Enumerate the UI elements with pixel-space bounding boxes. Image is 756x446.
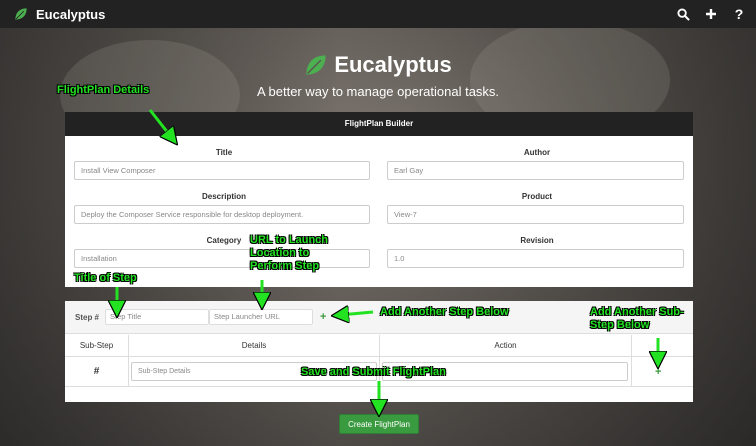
col-action-header: Action [380,335,632,357]
substep-add-cell: + [632,357,693,387]
substep-number-cell: # [65,357,129,387]
brand-name: Eucalyptus [36,6,106,22]
create-flightplan-button[interactable]: Create FlightPlan [339,414,419,434]
panel-header: FlightPlan Builder [65,112,693,136]
description-label: Description [201,192,246,201]
annotation-add-another-step: Add Another Step Below [380,306,509,318]
leaf-icon [306,55,326,75]
revision-label: Revision [520,236,554,245]
nav-actions: ? [676,0,746,28]
flightplan-builder-panel: FlightPlan Builder Title Install View Co… [65,112,693,287]
title-field[interactable]: Install View Composer [74,161,370,180]
step-launcher-url-input[interactable]: Step Launcher URL [209,309,313,325]
annotation-flightplan-details: FlightPlan Details [57,84,150,96]
search-icon[interactable] [676,7,690,21]
leaf-icon [15,8,27,20]
add-substep-button[interactable]: + [655,366,661,378]
description-field[interactable]: Deploy the Composer Service responsible … [74,205,370,224]
step-number-label: Step # [75,313,100,322]
col-details-header: Details [129,335,380,357]
annotation-title-of-step: Title of Step [74,272,137,284]
author-field[interactable]: Earl Gay [387,161,684,180]
revision-field[interactable]: 1.0 [387,249,684,268]
col-substep-header: Sub-Step [65,335,129,357]
annotation-url-to-launch: URL to Launch Location to Perform Step [250,234,329,272]
hero-title-text: Eucalyptus [334,52,452,77]
product-label: Product [521,192,553,201]
product-field[interactable]: View-7 [387,205,684,224]
top-navbar: Eucalyptus ? [0,0,756,28]
annotation-add-another-substep: Add Another Sub-Step Below [590,306,684,331]
annotation-save-and-submit: Save and Submit FlightPlan [301,366,446,378]
substep-number: # [93,366,100,377]
add-step-button[interactable]: + [320,311,326,323]
hero-title: Eucalyptus [0,52,756,78]
brand[interactable]: Eucalyptus [14,7,105,22]
col-empty-header [632,335,693,357]
step-title-input[interactable]: Step Title [105,309,209,325]
author-label: Author [523,148,551,157]
plus-icon[interactable] [704,7,718,21]
help-icon[interactable]: ? [732,6,746,22]
title-label: Title [215,148,233,157]
